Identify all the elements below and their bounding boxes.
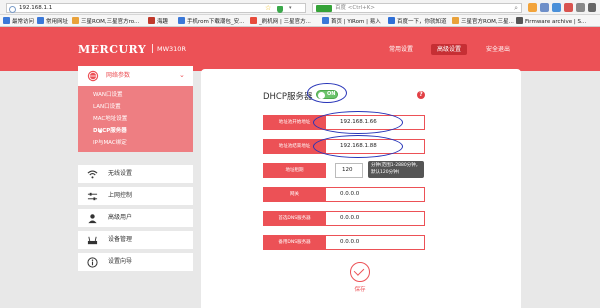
- sidebar-item-label: 无线设置: [108, 170, 133, 177]
- save-button[interactable]: [350, 262, 370, 282]
- address-bar[interactable]: 192.168.1.1 ☆ ▾: [6, 3, 306, 13]
- sidebar-group-network: 网络参数 ⌄ WAN口设置 LAN口设置 MAC地址设置 DHCP服务器 IP与…: [78, 66, 193, 152]
- download-icon[interactable]: [552, 3, 561, 12]
- model-name: MW310R: [157, 45, 186, 53]
- search-placeholder: 百度 <Ctrl+K>: [335, 5, 375, 11]
- sidebar-item-advanced-user[interactable]: 高级用户: [78, 209, 193, 227]
- home-icon[interactable]: [564, 3, 573, 12]
- sidebar-item-label: 网络参数: [106, 72, 131, 79]
- bookmark-item[interactable]: 三星ROM,三星官方ro...: [72, 17, 139, 26]
- wifi-icon: [87, 170, 98, 179]
- sidebar-item-device-management[interactable]: 设备管理: [78, 231, 193, 249]
- field-label: 首选DNS服务器: [263, 211, 326, 226]
- field-label: 网关: [263, 187, 326, 202]
- bookmark-icon: [37, 17, 44, 24]
- secondary-dns-row: 备用DNS服务器 0.0.0.0: [263, 235, 425, 250]
- save-label[interactable]: 保存: [346, 285, 374, 293]
- router-icon: [87, 236, 98, 245]
- shield-icon[interactable]: [277, 5, 283, 13]
- sidebar-item-label: 设置向导: [108, 258, 133, 265]
- router-header: MERCURY MW310R 常用设置 高级设置 安全退出: [0, 27, 600, 71]
- library-icon[interactable]: [540, 3, 549, 12]
- bookmark-icon: [250, 17, 257, 24]
- bookmark-item[interactable]: 三星官方ROM,三星...: [452, 17, 514, 26]
- bookmark-icon: [178, 17, 185, 24]
- bookmark-icon: [516, 17, 523, 24]
- sidebar-item-network[interactable]: 网络参数 ⌄: [78, 66, 193, 86]
- bookmark-item[interactable]: Firmware archive | S...: [516, 17, 586, 26]
- star-icon[interactable]: ☆: [265, 4, 271, 13]
- sidebar: 网络参数 ⌄ WAN口设置 LAN口设置 MAC地址设置 DHCP服务器 IP与…: [78, 66, 193, 278]
- chevron-down-icon[interactable]: ⌄: [179, 70, 185, 80]
- nav-advanced-settings[interactable]: 高级设置: [431, 44, 467, 55]
- nav-logout[interactable]: 安全退出: [481, 44, 515, 55]
- globe-icon: [87, 70, 99, 82]
- bookmark-item[interactable]: 常用网址: [37, 17, 68, 26]
- sliders-icon: [87, 192, 98, 201]
- primary-dns-input[interactable]: 0.0.0.0: [326, 211, 425, 226]
- primary-dns-row: 首选DNS服务器 0.0.0.0: [263, 211, 425, 226]
- bookmark-item[interactable]: 海趣: [148, 17, 168, 26]
- search-icon[interactable]: ⌕: [514, 4, 518, 13]
- lease-time-input[interactable]: 120: [335, 163, 363, 178]
- bookmark-icon[interactable]: [528, 3, 537, 12]
- bookmark-item[interactable]: _刷机网 | 三星官方...: [250, 17, 311, 26]
- bookmark-icon: [3, 17, 10, 24]
- sidebar-sub-lan[interactable]: LAN口设置: [93, 102, 121, 112]
- help-icon[interactable]: ?: [417, 91, 425, 99]
- annotation-ellipse: [313, 135, 403, 158]
- gateway-row: 网关 0.0.0.0: [263, 187, 425, 202]
- page-title: DHCP服务器: [263, 92, 313, 102]
- dhcp-settings-panel: DHCP服务器 ON ? 地址池开始地址 192.168.1.66 地址池结束地…: [201, 69, 521, 308]
- globe-icon: [9, 5, 16, 13]
- address-text: 192.168.1.1: [19, 5, 53, 11]
- sidebar-sub-wan[interactable]: WAN口设置: [93, 90, 123, 100]
- field-label: 备用DNS服务器: [263, 235, 326, 250]
- user-icon: [88, 214, 97, 224]
- bookmark-icon: [388, 17, 395, 24]
- annotation-ellipse: [307, 83, 347, 103]
- bookmark-item[interactable]: 手机rom下载潮包_安...: [178, 17, 244, 26]
- bookmark-icon: [322, 17, 329, 24]
- menu-icon[interactable]: [588, 3, 596, 12]
- sidebar-sub-mac[interactable]: MAC地址设置: [93, 114, 127, 124]
- sidebar-item-label: 设备管理: [108, 236, 133, 243]
- bookmark-icon: [72, 17, 79, 24]
- sidebar-item-setup-wizard[interactable]: 设置向导: [78, 253, 193, 271]
- search-input[interactable]: 百度 <Ctrl+K> ⌕: [312, 3, 522, 13]
- sidebar-item-label: 高级用户: [108, 214, 133, 221]
- browser-toolbar: 192.168.1.1 ☆ ▾ 百度 <Ctrl+K> ⌕: [0, 0, 600, 15]
- search-engine-icon[interactable]: [316, 5, 332, 12]
- bookmark-item[interactable]: 最常访问: [3, 17, 34, 26]
- active-dot-icon: [99, 130, 102, 133]
- field-label: 地址租期: [263, 163, 326, 178]
- dropdown-arrow-icon[interactable]: ▾: [289, 4, 292, 13]
- info-icon: [87, 257, 98, 268]
- sidebar-item-access-control[interactable]: 上网控制: [78, 187, 193, 205]
- bookmark-icon: [452, 17, 459, 24]
- nav-common-settings[interactable]: 常用设置: [384, 44, 418, 55]
- bookmark-item[interactable]: 百度一下，你就知道: [388, 17, 447, 26]
- annotation-ellipse: [313, 111, 403, 134]
- smile-icon[interactable]: [576, 3, 585, 12]
- bookmarks-bar: 最常访问 常用网址 三星ROM,三星官方ro... 海趣 手机rom下载潮包_安…: [0, 15, 600, 27]
- secondary-dns-input[interactable]: 0.0.0.0: [326, 235, 425, 250]
- gateway-input[interactable]: 0.0.0.0: [326, 187, 425, 202]
- sidebar-sub-ipmac[interactable]: IP与MAC绑定: [93, 138, 127, 148]
- bookmark-icon: [148, 17, 155, 24]
- sidebar-sub-dhcp[interactable]: DHCP服务器: [93, 126, 127, 136]
- lease-hint-tooltip: 分钟(范围1-2880分钟，默认120分钟): [368, 161, 424, 178]
- sidebar-item-label: 上网控制: [108, 192, 133, 199]
- brand-logo: MERCURY: [78, 43, 147, 56]
- bookmark-item[interactable]: 首页 | YiRom | 易入: [322, 17, 381, 26]
- logo-divider: [152, 44, 153, 53]
- check-icon: [353, 265, 365, 276]
- sidebar-item-wireless[interactable]: 无线设置: [78, 165, 193, 183]
